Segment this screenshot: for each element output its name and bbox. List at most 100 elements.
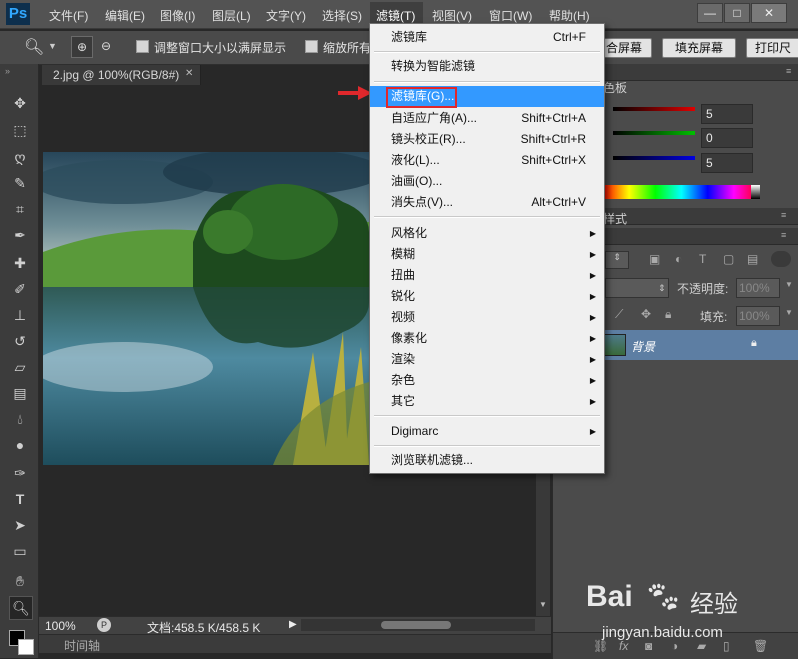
filter-kind-dropdown[interactable]: ⇕	[605, 251, 629, 269]
menu-image[interactable]: 图像(I)	[160, 7, 195, 24]
panel-menu-icon-2[interactable]: ≡	[781, 210, 786, 220]
chevron-down-icon[interactable]: ▼	[48, 41, 57, 51]
collapse-icon[interactable]: »	[5, 66, 10, 76]
status-info-icon[interactable]: P	[97, 618, 111, 632]
menu-item-video[interactable]: 视频 ▶	[370, 307, 604, 328]
bw-ramp[interactable]	[751, 185, 760, 199]
zoom-tool-active-icon[interactable]: 🔍︎	[9, 596, 33, 620]
menu-item-blur[interactable]: 模糊 ▶	[370, 244, 604, 265]
crop-tool-icon[interactable]: ⌗	[9, 198, 31, 220]
brush-tool-icon[interactable]: ✐	[9, 278, 31, 300]
fill-field[interactable]: 100%	[736, 306, 780, 326]
menu-item-lens-correction[interactable]: 镜头校正(R)... Shift+Ctrl+R	[370, 129, 604, 150]
menu-type[interactable]: 文字(Y)	[266, 7, 306, 24]
opacity-field[interactable]: 100%	[736, 278, 780, 298]
blue-value-field[interactable]: 5	[701, 153, 753, 173]
menu-select[interactable]: 选择(S)	[322, 7, 362, 24]
menu-item-digimarc[interactable]: Digimarc ▶	[370, 421, 604, 442]
print-size-button[interactable]: 打印尺	[746, 38, 798, 58]
dodge-tool-icon[interactable]: ●	[9, 434, 31, 456]
menu-item-adaptive-wide-angle[interactable]: 自适应广角(A)... Shift+Ctrl+A	[370, 108, 604, 129]
minimize-button[interactable]: —	[697, 3, 723, 23]
menu-item-stylize[interactable]: 风格化 ▶	[370, 223, 604, 244]
lock-pixels-icon[interactable]: ⟋	[615, 307, 623, 322]
trash-icon[interactable]: 🗑︎	[753, 639, 768, 653]
lock-position-icon[interactable]: ✥	[641, 307, 651, 321]
menu-edit[interactable]: 编辑(E)	[105, 7, 145, 24]
zoom-out-icon[interactable]: ⊖	[96, 36, 116, 56]
lock-all-icon[interactable]: 🔒︎	[665, 307, 671, 322]
styles-panel-title[interactable]: 样式	[603, 210, 627, 227]
menu-item-distort[interactable]: 扭曲 ▶	[370, 265, 604, 286]
status-menu-arrow-icon[interactable]: ▶	[289, 619, 297, 630]
restore-button[interactable]: □	[724, 3, 750, 23]
menu-help[interactable]: 帮助(H)	[549, 7, 590, 24]
menu-item-other[interactable]: 其它 ▶	[370, 391, 604, 412]
adjustment-icon[interactable]: ◑	[671, 639, 678, 653]
green-slider[interactable]	[613, 131, 695, 135]
filter-shape-icon[interactable]: ▢	[723, 252, 734, 266]
menu-item-convert-smart-filter[interactable]: 转换为智能滤镜	[370, 56, 604, 77]
menu-item-vanishing-point[interactable]: 消失点(V)... Alt+Ctrl+V	[370, 192, 604, 213]
opacity-arrow-icon[interactable]: ▼	[785, 280, 793, 289]
blue-slider[interactable]	[613, 156, 695, 160]
gradient-tool-icon[interactable]: ▤	[9, 382, 31, 404]
eyedropper-tool-icon[interactable]: ✒	[9, 224, 31, 246]
zoom-in-icon[interactable]: ⊕	[71, 36, 93, 58]
marquee-tool-icon[interactable]: ⬚	[9, 119, 31, 141]
menu-item-sharpen[interactable]: 锐化 ▶	[370, 286, 604, 307]
type-tool-icon[interactable]: T	[9, 488, 31, 510]
zoom-all-checkbox[interactable]	[305, 40, 318, 53]
menu-item-filter-gallery[interactable]: 滤镜库(G)...	[370, 86, 604, 108]
resize-window-checkbox[interactable]	[136, 40, 149, 53]
fill-screen-button[interactable]: 填充屏幕	[662, 38, 736, 58]
menu-file[interactable]: 文件(F)	[49, 7, 88, 24]
menu-item-liquify[interactable]: 液化(L)... Shift+Ctrl+X	[370, 150, 604, 171]
menu-item-pixelate[interactable]: 像素化 ▶	[370, 328, 604, 349]
pen-tool-icon[interactable]: ✑	[9, 462, 31, 484]
color-panel-title[interactable]: 色板	[603, 79, 627, 96]
menu-layer[interactable]: 图层(L)	[212, 7, 251, 24]
menu-item-render[interactable]: 渲染 ▶	[370, 349, 604, 370]
panel-menu-icon-3[interactable]: ≡	[781, 230, 786, 240]
hand-tool-icon[interactable]: ✋︎	[9, 570, 31, 592]
menu-item-filter-gallery-last[interactable]: 滤镜库 Ctrl+F	[370, 27, 604, 48]
mask-icon[interactable]: ◙	[645, 639, 652, 653]
link-layers-icon[interactable]: ⛓	[593, 639, 608, 653]
stamp-tool-icon[interactable]: ⊥	[9, 304, 31, 326]
horizontal-scroll-thumb[interactable]	[381, 621, 451, 629]
menu-item-browse-online-filters[interactable]: 浏览联机滤镜...	[370, 450, 604, 471]
eraser-tool-icon[interactable]: ▱	[9, 356, 31, 378]
lasso-tool-icon[interactable]: ღ	[9, 146, 31, 168]
zoom-tool-icon[interactable]: 🔍︎	[24, 37, 44, 57]
blend-mode-dropdown[interactable]: ⇕	[605, 278, 669, 298]
blur-tool-icon[interactable]: 💧︎	[9, 408, 31, 430]
zoom-level[interactable]: 100%	[45, 619, 76, 633]
layer-name[interactable]: 背景	[631, 338, 655, 355]
menu-item-noise[interactable]: 杂色 ▶	[370, 370, 604, 391]
green-value-field[interactable]: 0	[701, 128, 753, 148]
shape-tool-icon[interactable]: ▭	[9, 540, 31, 562]
document-tab[interactable]: 2.jpg @ 100%(RGB/8#) ✕	[42, 65, 201, 85]
close-button[interactable]: ✕	[751, 3, 787, 23]
fx-icon[interactable]: fx	[619, 639, 628, 653]
quick-select-tool-icon[interactable]: ✎	[9, 172, 31, 194]
menu-view[interactable]: 视图(V)	[432, 7, 472, 24]
filter-toggle[interactable]	[771, 251, 791, 267]
fill-arrow-icon[interactable]: ▼	[785, 308, 793, 317]
menu-filter[interactable]: 滤镜(T)	[376, 7, 415, 24]
timeline-label[interactable]: 时间轴	[64, 637, 100, 654]
red-value-field[interactable]: 5	[701, 104, 753, 124]
filter-smart-icon[interactable]: ▤	[747, 252, 758, 266]
red-slider[interactable]	[613, 107, 695, 111]
new-layer-icon[interactable]: ▯	[723, 639, 730, 653]
healing-brush-tool-icon[interactable]: ✚	[9, 252, 31, 274]
filter-adjust-icon[interactable]: ◐	[675, 252, 682, 266]
history-brush-tool-icon[interactable]: ↺	[9, 330, 31, 352]
filter-pixel-icon[interactable]: ▣	[649, 252, 660, 266]
folder-icon[interactable]: ▰	[697, 639, 706, 653]
background-color-swatch[interactable]	[18, 639, 34, 655]
color-spectrum-bar[interactable]	[603, 185, 760, 199]
panel-menu-icon[interactable]: ≡	[786, 66, 791, 76]
horizontal-scrollbar[interactable]	[301, 619, 535, 631]
